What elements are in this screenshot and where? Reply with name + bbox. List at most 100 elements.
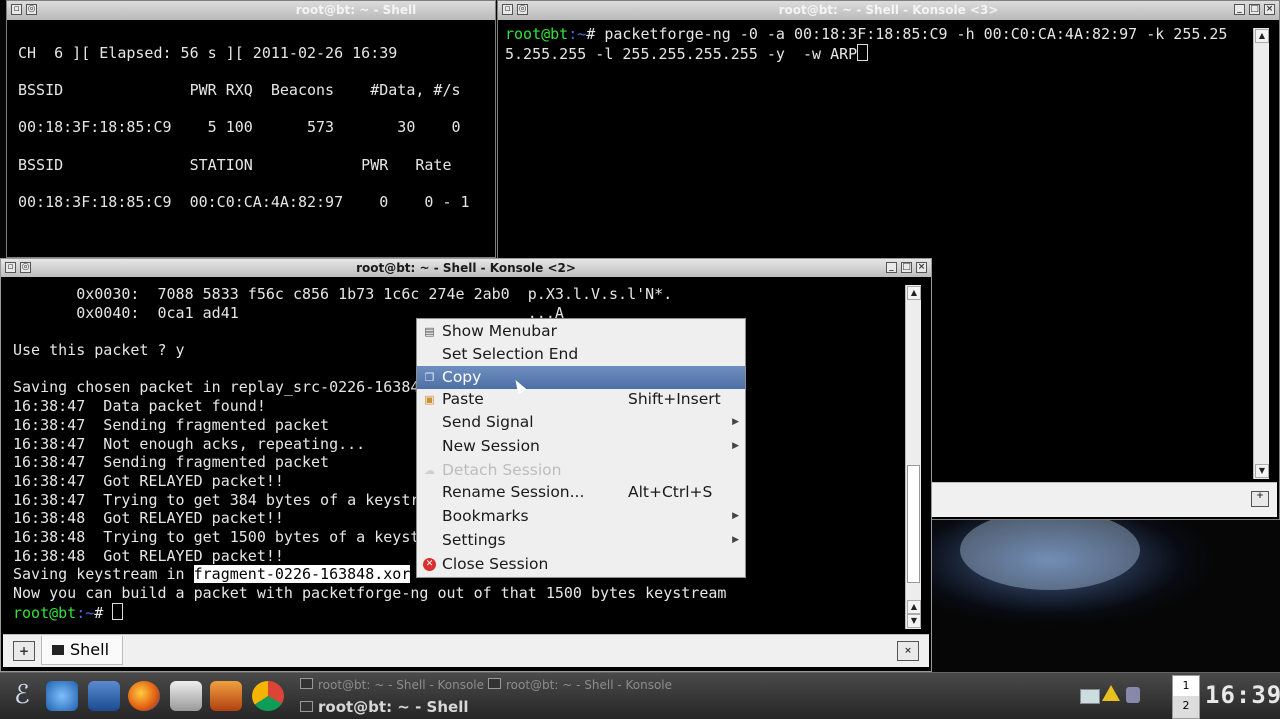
menu-item-copy[interactable]: ❐ Copy — [417, 366, 745, 389]
close-icon[interactable]: × — [1264, 4, 1275, 15]
taskbar-task[interactable]: root@bt: ~ - Shell - Konsole — [300, 678, 484, 692]
menu-item-settings[interactable]: Settings ▶ — [417, 529, 745, 552]
paste-icon: ▣ — [424, 393, 435, 406]
menu-item-detach-session: ☁ Detach Session — [417, 459, 745, 482]
minimize-icon[interactable]: _ — [886, 262, 897, 273]
kde-menu-icon[interactable]: ℰ — [6, 679, 38, 711]
menu-item-show-menubar[interactable]: ▤ Show Menubar — [417, 320, 745, 343]
scrollbar[interactable]: ▲ ▼ — [1253, 28, 1269, 479]
menu-item-label: Paste — [442, 390, 484, 408]
final-line: Now you can build a packet with packetfo… — [13, 584, 727, 603]
window-titlebar[interactable]: ▫ ◎ root@bt: ~ - Shell — [7, 1, 495, 20]
menu-item-rename-session[interactable]: Rename Session... Alt+Ctrl+S — [417, 481, 745, 504]
copy-icon: ❐ — [424, 371, 435, 384]
menu-item-shortcut: Shift+Insert — [628, 390, 721, 408]
prompt-dir: :~ — [76, 603, 95, 622]
terminal-launcher-icon[interactable] — [88, 681, 120, 711]
taskbar-task-label: root@bt: ~ - Shell — [318, 698, 469, 716]
window-title: root@bt: ~ - Shell — [295, 3, 417, 17]
prompt-user: root@bt — [13, 603, 77, 622]
tab-shell[interactable]: Shell — [41, 636, 123, 665]
menu-item-label: Settings — [442, 531, 506, 549]
window-menu-icon[interactable]: ▫ — [5, 262, 16, 273]
menu-item-label: Detach Session — [442, 461, 562, 479]
maximize-icon[interactable]: □ — [1249, 4, 1260, 15]
minimize-icon[interactable]: _ — [1234, 4, 1245, 15]
new-tab-icon[interactable]: + — [13, 641, 35, 661]
terminal-line: 0x0030: 7088 5833 f56c c856 1b73 1c6c 27… — [13, 285, 673, 303]
close-session-icon: ✕ — [423, 558, 436, 571]
terminal-task-icon — [488, 678, 501, 689]
text-cursor — [857, 43, 869, 61]
tray-usb-icon[interactable] — [1126, 687, 1140, 703]
sticky-icon[interactable]: ◎ — [517, 4, 528, 15]
terminal-line: 00:18:3F:18:85:C9 00:C0:CA:4A:82:97 0 0 … — [18, 193, 470, 212]
submenu-arrow-icon: ▶ — [732, 511, 739, 521]
window-titlebar[interactable]: ▫ ◎ root@bt: ~ - Shell - Konsole <3> _ □… — [498, 1, 1279, 20]
scroll-up-arrow-icon[interactable]: ▲ — [907, 286, 921, 300]
terminal-line: 00:18:3F:18:85:C9 5 100 573 30 0 — [18, 118, 461, 137]
scroll-down-arrow-icon[interactable]: ▼ — [907, 614, 921, 628]
scroll-down-arrow-icon[interactable]: ▲ — [907, 600, 921, 614]
tray-warning-icon[interactable] — [1102, 685, 1120, 701]
menu-item-label: Copy — [442, 368, 482, 386]
terminal-output[interactable]: CH 6 ][ Elapsed: 56 s ][ 2011-02-26 16:3… — [9, 25, 495, 255]
tools-icon[interactable] — [210, 681, 242, 711]
konsole-icon[interactable] — [170, 681, 202, 711]
taskbar-task-label: root@bt: ~ - Shell - Konsole — [506, 678, 673, 692]
command-line: packetforge-ng -0 -a 00:18:3F:18:85:C9 -… — [604, 25, 1228, 43]
firefox-icon[interactable] — [128, 681, 160, 711]
prompt-dir: :~ — [568, 25, 587, 43]
pager-desktop-1[interactable]: 1 — [1173, 676, 1199, 696]
menu-item-label: New Session — [442, 437, 540, 455]
selected-filename[interactable]: fragment-0226-163848.xor — [193, 565, 411, 584]
network-icon[interactable] — [46, 681, 78, 711]
terminal-line: CH 6 ][ Elapsed: 56 s ][ 2011-02-26 16:3… — [18, 43, 398, 62]
text-cursor — [112, 602, 124, 620]
command-line-wrap: 5.255.255 -l 255.255.255.255 -y -w ARP — [505, 44, 858, 63]
close-tab-icon[interactable]: × — [897, 641, 919, 661]
menu-item-label: Bookmarks — [442, 507, 529, 525]
menu-item-label: Set Selection End — [442, 345, 579, 363]
menu-item-send-signal[interactable]: Send Signal ▶ — [417, 411, 745, 434]
window-titlebar[interactable]: ▫ ◎ root@bt: ~ - Shell - Konsole <2> _ □… — [1, 259, 931, 277]
terminal-line: BSSID PWR RXQ Beacons #Data, #/s — [18, 81, 461, 100]
menu-item-new-session[interactable]: New Session ▶ — [417, 435, 745, 458]
new-tab-icon[interactable]: + — [1251, 491, 1269, 507]
menu-item-set-selection-end[interactable]: Set Selection End — [417, 343, 745, 366]
maximize-icon[interactable]: □ — [901, 262, 912, 273]
scroll-up-arrow-icon[interactable]: ▲ — [1255, 29, 1269, 43]
terminal-window-shell[interactable]: ▫ ◎ root@bt: ~ - Shell CH 6 ][ Elapsed: … — [6, 0, 496, 258]
menu-item-label: Rename Session... — [442, 483, 585, 501]
menu-item-paste[interactable]: ▣ Paste Shift+Insert — [417, 388, 745, 411]
taskbar-task-label: root@bt: ~ - Shell - Konsole — [318, 678, 485, 692]
window-menu-icon[interactable]: ▫ — [11, 4, 22, 15]
tray-mail-icon[interactable] — [1080, 689, 1100, 704]
scroll-thumb[interactable] — [907, 465, 920, 583]
menu-item-close-session[interactable]: ✕ Close Session — [417, 553, 745, 576]
tab-bar: + — [918, 482, 1277, 517]
sticky-icon[interactable]: ◎ — [26, 4, 37, 15]
prompt-char: # — [586, 25, 605, 43]
desktop-pager: 1 2 — [1172, 675, 1200, 719]
menu-item-shortcut: Alt+Ctrl+S — [628, 483, 713, 501]
menubar-icon: ▤ — [424, 325, 435, 338]
menu-item-bookmarks[interactable]: Bookmarks ▶ — [417, 505, 745, 528]
scrollbar[interactable]: ▲ ▲ ▼ — [905, 285, 921, 629]
taskbar-task[interactable]: root@bt: ~ - Shell — [300, 698, 468, 716]
terminal-tab-icon — [52, 645, 64, 655]
menu-item-label: Close Session — [442, 555, 549, 573]
submenu-arrow-icon: ▶ — [732, 417, 739, 427]
chrome-icon[interactable] — [252, 681, 284, 711]
taskbar-task[interactable]: root@bt: ~ - Shell - Konsole — [488, 678, 672, 692]
pager-desktop-2[interactable]: 2 — [1173, 696, 1199, 716]
tab-bar: + Shell × — [3, 634, 929, 667]
close-icon[interactable]: × — [916, 262, 927, 273]
window-menu-icon[interactable]: ▫ — [502, 4, 513, 15]
sticky-icon[interactable]: ◎ — [20, 262, 31, 273]
scroll-down-arrow-icon[interactable]: ▼ — [1255, 464, 1269, 478]
detach-icon: ☁ — [424, 464, 435, 477]
window-title: root@bt: ~ - Shell - Konsole <2> — [356, 261, 576, 275]
clock[interactable]: 16:39 — [1205, 681, 1280, 709]
